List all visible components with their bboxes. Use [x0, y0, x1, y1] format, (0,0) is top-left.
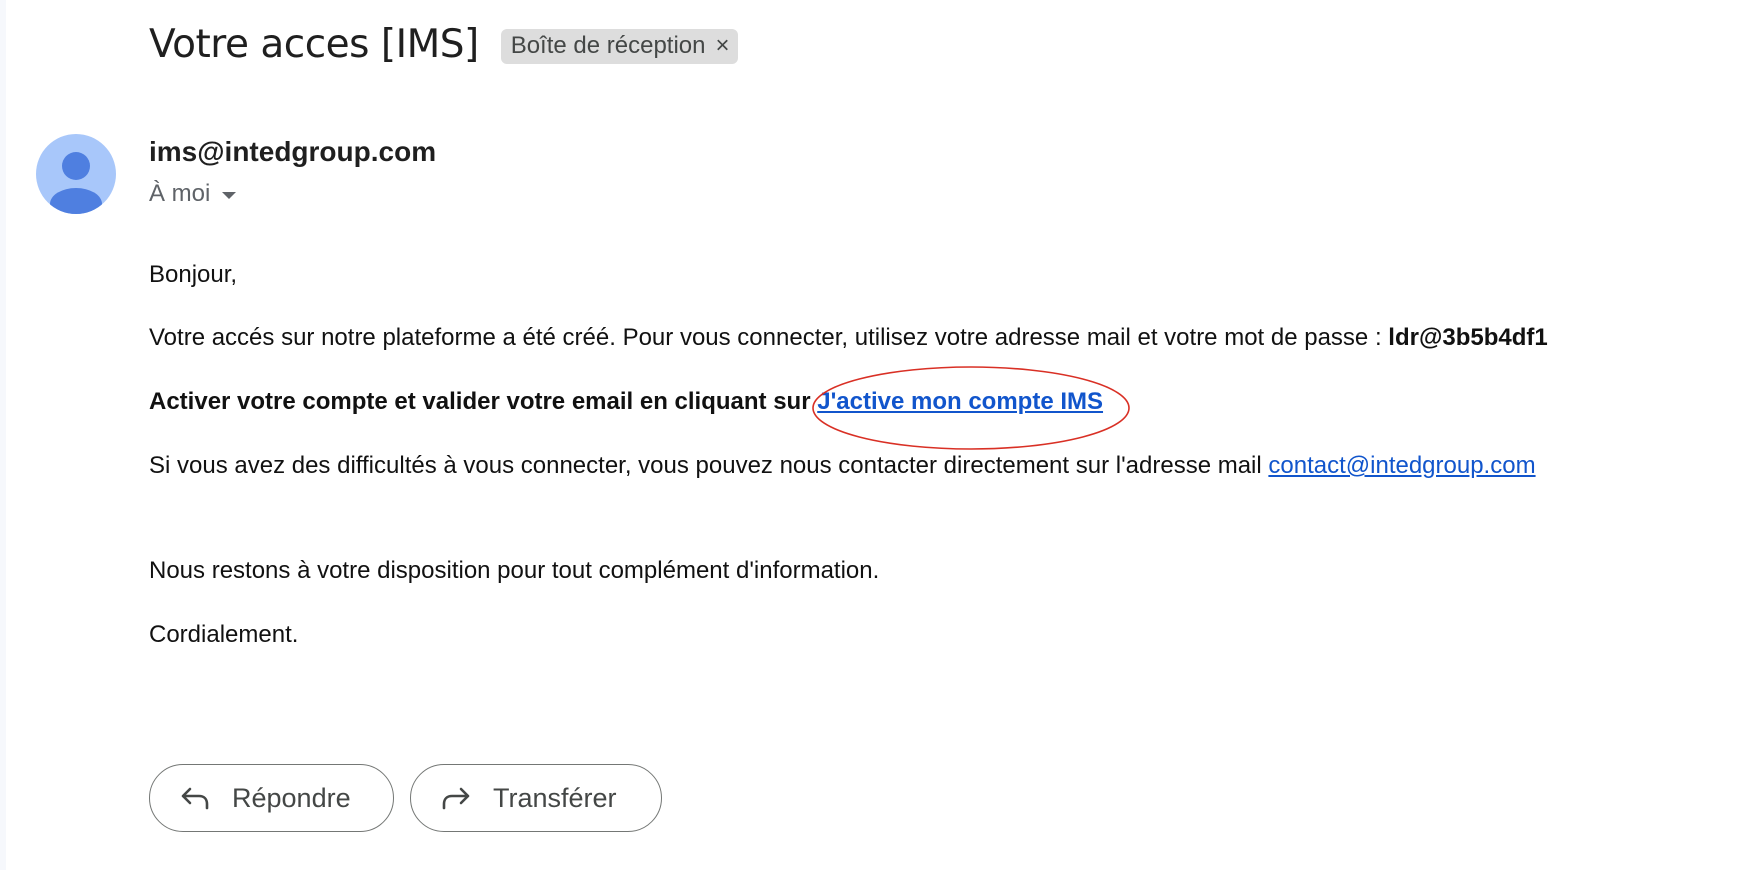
sender-avatar[interactable] — [36, 134, 116, 214]
access-paragraph: Votre accés sur notre plateforme a été c… — [149, 324, 1548, 352]
forward-arrow-icon — [442, 787, 470, 810]
sender-email: ims@intedgroup.com — [149, 136, 437, 167]
access-text: Votre accés sur notre plateforme a été c… — [149, 324, 1389, 351]
forward-label: Transférer — [493, 782, 617, 813]
greeting: Bonjour, — [149, 261, 238, 288]
label-chip-text: Boîte de réception — [510, 32, 706, 59]
left-edge — [0, 0, 6, 870]
inbox-label-chip[interactable]: Boîte de réception × — [500, 29, 738, 64]
email-subject: Votre acces [IMS] — [149, 22, 479, 67]
reply-label: Répondre — [232, 782, 351, 813]
caret-down-icon[interactable] — [222, 192, 237, 199]
activation-paragraph: Activer votre compte et valider votre em… — [149, 366, 1131, 450]
subject-row: Votre acces [IMS] Boîte de réception × — [149, 22, 738, 67]
contact-text: Si vous avez des difficultés à vous conn… — [149, 452, 1269, 479]
password-value: ldr@3b5b4df1 — [1388, 324, 1548, 351]
recipient-toggle[interactable]: À moi — [149, 180, 237, 208]
closing-paragraph: Nous restons à votre disposition pour to… — [149, 557, 880, 584]
activation-link-wrap: J'active mon compte IMS — [812, 366, 1131, 450]
forward-button[interactable]: Transférer — [410, 764, 662, 832]
person-avatar-icon — [50, 152, 102, 214]
activate-account-link[interactable]: J'active mon compte IMS — [817, 388, 1103, 415]
signoff: Cordialement. — [149, 621, 299, 648]
chip-close-icon[interactable]: × — [716, 34, 730, 58]
reply-button[interactable]: Répondre — [149, 764, 394, 832]
recipient-text: À moi — [149, 180, 211, 207]
contact-email-link[interactable]: contact@intedgroup.com — [1268, 452, 1535, 479]
contact-paragraph: Si vous avez des difficultés à vous conn… — [149, 452, 1536, 480]
activation-text: Activer votre compte et valider votre em… — [149, 388, 818, 415]
reply-arrow-icon — [181, 787, 209, 810]
